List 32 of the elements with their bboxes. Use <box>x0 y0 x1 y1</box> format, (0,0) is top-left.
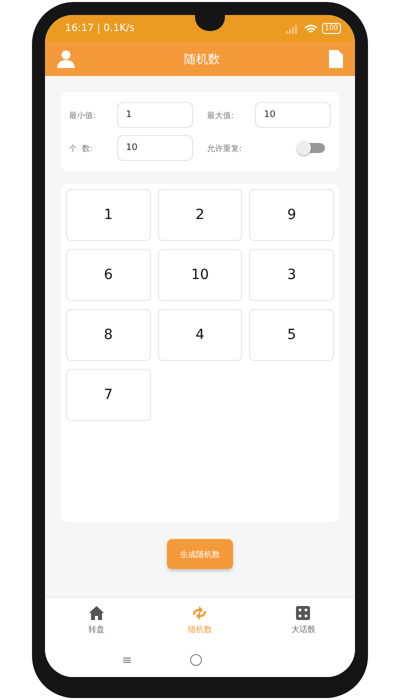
wifi-icon <box>304 24 318 34</box>
user-icon[interactable] <box>57 50 75 68</box>
status-time: 16:17 | 0.1K/s <box>65 23 135 34</box>
signal-icon <box>286 24 300 34</box>
number-tile: 1 <box>66 189 151 241</box>
field-label: 个 数: <box>69 142 93 154</box>
field-label: 最小值: <box>69 110 96 120</box>
number-tile: 5 <box>249 309 334 361</box>
page-title: 随机数 <box>184 50 220 68</box>
number-tile: 3 <box>249 249 334 301</box>
number-tile: 9 <box>249 189 334 241</box>
input-field[interactable]: 10 <box>117 135 193 161</box>
number-tile: 7 <box>66 369 151 421</box>
camera-notch <box>195 15 226 31</box>
number-tile: 8 <box>66 309 151 361</box>
dice-icon <box>296 606 310 620</box>
tab[interactable]: 大话骰 <box>252 598 355 642</box>
toggle-label: 允许重复: <box>207 142 242 154</box>
swap-arrows-icon <box>192 606 208 620</box>
number-tile: 6 <box>66 249 151 301</box>
document-icon[interactable] <box>329 50 343 68</box>
number-tile: 4 <box>158 309 242 361</box>
home-button[interactable] <box>190 654 202 666</box>
tab[interactable]: 转盘 <box>45 598 148 642</box>
field-label: 最大值: <box>207 110 234 120</box>
input-field[interactable]: 10 <box>255 102 331 128</box>
menu-button[interactable]: ≡ <box>122 652 132 666</box>
home-icon <box>89 606 104 620</box>
toggle-switch[interactable] <box>299 143 325 153</box>
number-tile: 2 <box>158 189 242 241</box>
number-tile: 10 <box>158 249 242 301</box>
input-field[interactable]: 1 <box>117 102 193 128</box>
